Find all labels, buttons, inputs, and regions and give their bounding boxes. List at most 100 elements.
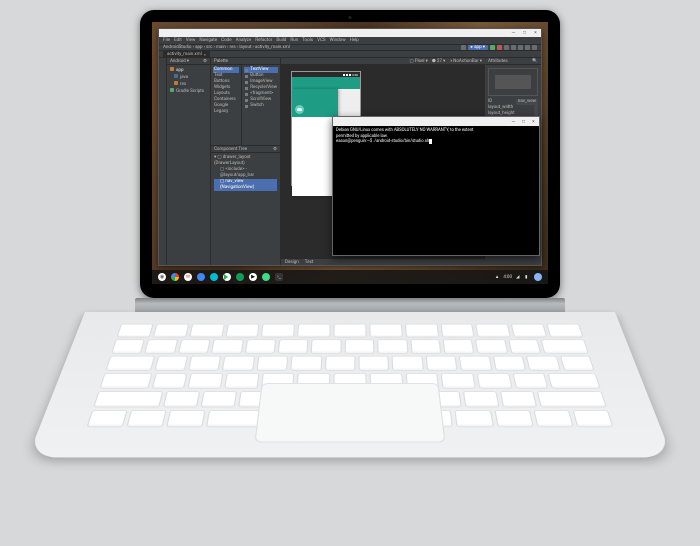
menu-analyze[interactable]: Analyze [236, 38, 252, 43]
project-tree[interactable]: app java res Gradle Scripts [167, 65, 210, 97]
terminal-icon[interactable]: ›_ [275, 273, 283, 281]
api-selector[interactable]: ⬣ 27 ▾ [432, 59, 445, 64]
sync-icon[interactable] [511, 45, 516, 50]
sdk-icon[interactable] [525, 45, 530, 50]
breadcrumb[interactable]: AndroidStudio › app › src › main › res ›… [163, 45, 290, 50]
system-tray[interactable]: ▲ 4:00 ◢ ▮ [495, 273, 542, 281]
close-button[interactable]: × [533, 31, 538, 36]
ct-drawer-layout[interactable]: ▾ ▢ drawer_layout (DrawerLayout) [214, 155, 277, 167]
left-gutter[interactable] [159, 58, 167, 265]
close-button[interactable]: × [531, 119, 536, 124]
tree-item-gradle[interactable]: Gradle Scripts [170, 88, 207, 95]
gmail-icon[interactable]: ✉ [184, 273, 192, 281]
signal-icon [346, 74, 348, 76]
messages-icon[interactable] [210, 273, 218, 281]
tree-item-app[interactable]: app [170, 67, 207, 74]
design-text-tabs[interactable]: Design Text [281, 258, 485, 265]
project-panel[interactable]: Android ▾ ⚙ app java res Gradle Scripts [167, 58, 211, 265]
terminal-window[interactable]: — □ × Debian GNU/Linux comes with ABSOLU… [332, 116, 540, 256]
device-selector[interactable]: ▢ Pixel ▾ [409, 59, 427, 64]
chrome-icon[interactable] [171, 273, 179, 281]
design-tab[interactable]: Design [285, 260, 299, 265]
phone-appbar [292, 77, 360, 89]
terminal-body[interactable]: Debian GNU/Linux comes with ABSOLUTELY N… [333, 126, 539, 255]
debug-icon[interactable] [497, 45, 502, 50]
palette-panel[interactable]: Palette Common Text Buttons Widgets Layo… [211, 58, 281, 265]
profile-icon[interactable] [504, 45, 509, 50]
avd-icon[interactable] [518, 45, 523, 50]
menu-code[interactable]: Code [221, 38, 231, 43]
phone-clock: 6:00 [352, 73, 358, 77]
chromeos-shelf[interactable]: ◉ ✉ ▶ ›_ ▲ 4:00 ◢ ▮ [152, 270, 548, 284]
menu-view[interactable]: View [186, 38, 196, 43]
search-icon[interactable] [532, 45, 537, 50]
canvas-toolbar[interactable]: ▢ Pixel ▾ ⬣ 27 ▾ ◑ NoActionBar ▾ [281, 58, 485, 65]
menu-refactor[interactable]: Refactor [255, 38, 272, 43]
palette-cat-legacy[interactable]: Legacy [213, 109, 239, 115]
menu-file[interactable]: File [163, 38, 170, 43]
project-view-selector[interactable]: Android ▾ [170, 59, 189, 64]
wifi-icon [343, 74, 345, 76]
component-tree-title: Component Tree [214, 147, 247, 152]
component-tree-panel[interactable]: Component Tree ⚙ ▾ ▢ drawer_layout (Draw… [211, 145, 280, 185]
menubar[interactable]: File Edit View Navigate Code Analyze Ref… [159, 37, 541, 44]
tab-activity-main[interactable]: activity_main.xml × [163, 51, 210, 57]
gear-icon[interactable]: ⚙ [203, 59, 207, 64]
build-icon[interactable] [461, 45, 466, 50]
run-config-selector[interactable]: ▸ app ▾ [468, 45, 488, 50]
menu-vcs[interactable]: VCS [317, 38, 325, 43]
drawer-avatar [295, 105, 304, 114]
docs-icon[interactable] [197, 273, 205, 281]
camera-dot [349, 16, 352, 19]
avatar[interactable] [534, 273, 542, 281]
wifi-icon[interactable]: ◢ [516, 275, 521, 280]
maximize-button[interactable]: □ [521, 119, 526, 124]
hinge [135, 298, 565, 312]
screen: — □ × File Edit View Navigate Code Analy… [152, 22, 548, 284]
drive-icon[interactable] [236, 273, 244, 281]
menu-build[interactable]: Build [276, 38, 286, 43]
editor-tabs[interactable]: activity_main.xml × [159, 51, 541, 58]
menu-navigate[interactable]: Navigate [199, 38, 217, 43]
close-tab-icon[interactable]: × [204, 52, 206, 57]
android-icon [297, 108, 302, 111]
search-icon[interactable]: 🔍 [532, 59, 538, 64]
menu-tools[interactable]: Tools [302, 38, 313, 43]
minimize-button[interactable]: — [511, 31, 516, 36]
notifications-icon[interactable]: ▲ [495, 274, 499, 280]
launcher-icon[interactable]: ◉ [158, 273, 166, 281]
playstore-icon[interactable]: ▶ [249, 273, 257, 281]
terminal-titlebar[interactable]: — □ × [333, 117, 539, 126]
play-icon[interactable] [223, 273, 231, 281]
cursor [429, 139, 432, 144]
drawer-header [292, 89, 338, 117]
menu-edit[interactable]: Edit [174, 38, 182, 43]
menu-run[interactable]: Run [290, 38, 298, 43]
palette-item-switch[interactable]: Switch [244, 103, 278, 109]
ct-include[interactable]: ▢ <include> - @layout/app_bar [214, 167, 277, 179]
constraint-widget[interactable] [488, 68, 538, 96]
laptop-keyboard-deck [85, 298, 615, 498]
menu-help[interactable]: Help [350, 38, 359, 43]
palette-title: Palette [214, 59, 228, 64]
run-icon[interactable] [490, 45, 495, 50]
tree-item-java[interactable]: java [170, 74, 207, 81]
menu-window[interactable]: Window [330, 38, 346, 43]
clock[interactable]: 4:00 [503, 275, 512, 280]
android-studio-titlebar[interactable]: — □ × [159, 29, 541, 37]
terminal-prompt-line: eason@penguin:~$ ./android-studio/bin/st… [336, 139, 536, 145]
android-studio-icon[interactable] [262, 273, 270, 281]
tree-item-res[interactable]: res [170, 81, 207, 88]
theme-selector[interactable]: ◑ NoActionBar ▾ [449, 58, 482, 64]
battery-icon [349, 74, 351, 76]
ct-nav-view[interactable]: ▢ nav_view (NavigationView) [214, 179, 277, 191]
text-tab[interactable]: Text [305, 260, 314, 265]
maximize-button[interactable]: □ [522, 31, 527, 36]
palette-categories[interactable]: Common Text Buttons Widgets Layouts Cont… [211, 65, 242, 145]
minimize-button[interactable]: — [511, 119, 516, 124]
main-toolbar[interactable]: AndroidStudio › app › src › main › res ›… [159, 44, 541, 51]
trackpad [254, 383, 445, 442]
palette-items[interactable]: TextView Button ImageView RecyclerView <… [242, 65, 280, 145]
gear-icon[interactable]: ⚙ [273, 147, 277, 152]
battery-icon[interactable]: ▮ [525, 275, 530, 280]
